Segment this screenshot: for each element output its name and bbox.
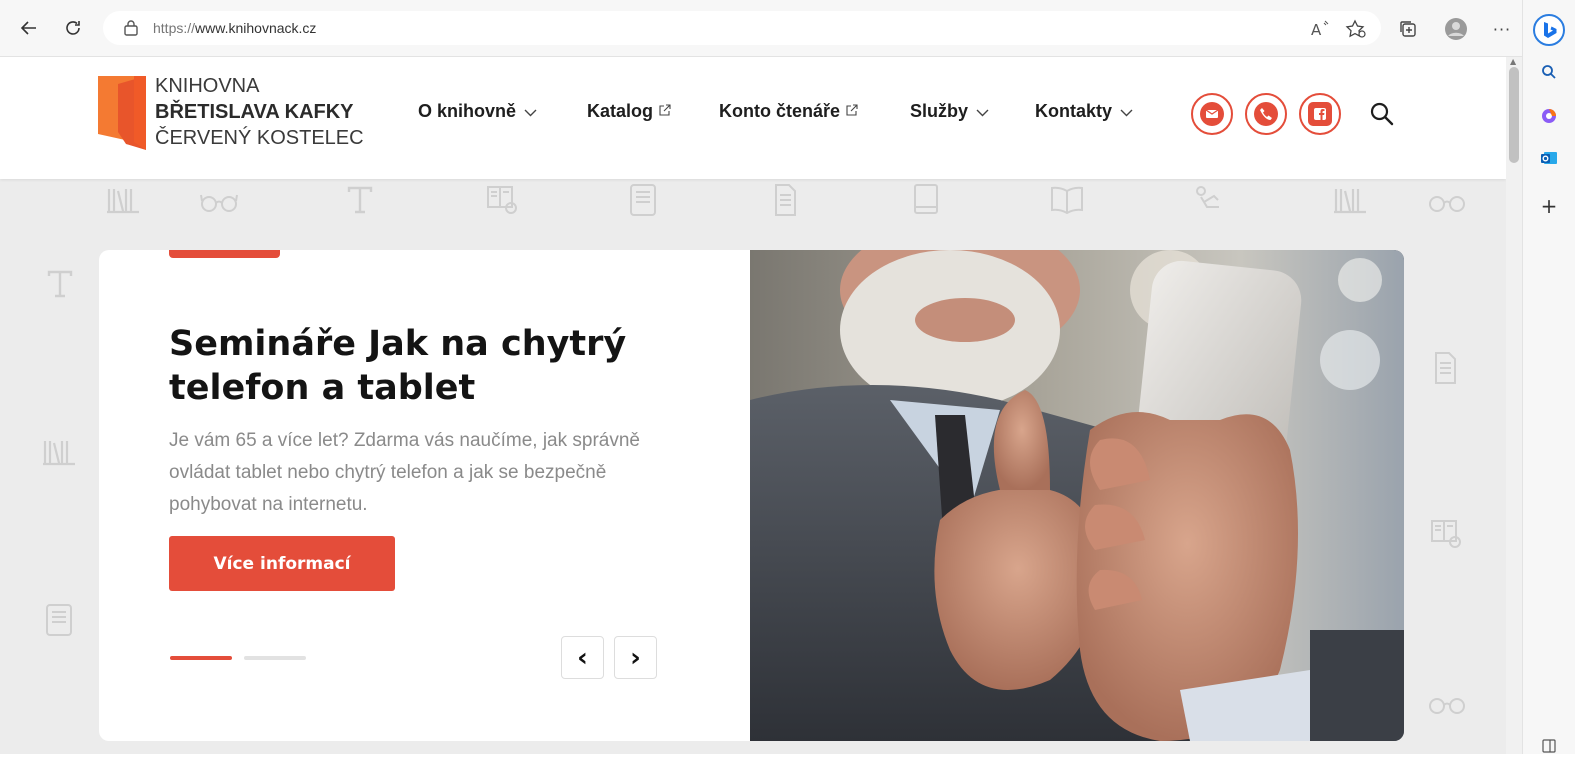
chevron-down-icon xyxy=(1120,104,1133,120)
sidebar-settings-icon[interactable] xyxy=(1537,734,1561,758)
nav-label: Služby xyxy=(910,101,969,121)
search-sidebar-icon[interactable] xyxy=(1537,60,1561,84)
reader-icon xyxy=(1431,520,1461,548)
add-sidebar-icon[interactable]: + xyxy=(1537,194,1561,218)
svg-text:A: A xyxy=(1311,21,1322,38)
glasses-icon xyxy=(1429,698,1465,714)
library-logo-text[interactable]: KNIHOVNA BŘETISLAVA KAFKY ČERVENÝ KOSTEL… xyxy=(155,73,364,151)
more-info-button[interactable]: Více informací xyxy=(169,536,395,591)
tablet-icon xyxy=(630,184,656,216)
hero-slider-card: Semináře Jak na chytrý telefon a tablet … xyxy=(99,250,1404,741)
url-protocol: https:// xyxy=(153,20,196,36)
document-icon xyxy=(775,184,796,216)
hero-description: Je vám 65 a více let? Zdarma vás naučíme… xyxy=(169,430,640,515)
site-info-icon[interactable] xyxy=(123,19,139,40)
nav-label: O knihovně xyxy=(418,101,517,121)
nav-item-konto-ctenare[interactable]: Konto čtenáře xyxy=(719,101,858,122)
more-options-icon[interactable]: ··· xyxy=(1488,14,1516,44)
open-book-icon xyxy=(1051,186,1083,215)
slider-next-button[interactable]: › xyxy=(614,636,657,679)
nav-label: Konto čtenáře xyxy=(719,101,841,121)
tablet-icon xyxy=(46,604,72,636)
library-logo-icon[interactable] xyxy=(98,76,146,150)
website-viewport: KNIHOVNA BŘETISLAVA KAFKY ČERVENÝ KOSTEL… xyxy=(0,57,1506,754)
address-bar[interactable]: https://www.knihovnack.cz xyxy=(103,11,1381,45)
edge-sidebar: + xyxy=(1522,0,1575,754)
phone-button[interactable] xyxy=(1245,93,1287,135)
profile-avatar-icon[interactable] xyxy=(1442,14,1470,44)
hero-title: Semináře Jak na chytrý telefon a tablet xyxy=(169,324,627,408)
external-link-icon xyxy=(846,104,858,119)
browser-toolbar: https://www.knihovnack.cz A ··· xyxy=(0,0,1522,57)
scrollbar-thumb[interactable] xyxy=(1509,67,1519,163)
nav-item-sluzby[interactable]: Služby xyxy=(910,101,989,122)
search-icon[interactable] xyxy=(1369,101,1395,127)
collections-icon[interactable] xyxy=(1394,14,1422,44)
book-icon xyxy=(914,184,938,214)
logo-line-1: KNIHOVNA xyxy=(155,75,260,97)
email-button[interactable] xyxy=(1191,93,1233,135)
logo-line-2: BŘETISLAVA KAFKY xyxy=(155,101,354,123)
phone-icon xyxy=(1254,102,1278,126)
document-icon xyxy=(1435,352,1456,384)
site-header: KNIHOVNA BŘETISLAVA KAFKY ČERVENÝ KOSTEL… xyxy=(0,57,1506,179)
nav-label: Kontakty xyxy=(1035,101,1113,121)
typography-icon xyxy=(47,270,73,298)
nav-item-kontakty[interactable]: Kontakty xyxy=(1035,101,1133,122)
external-link-icon xyxy=(659,104,671,119)
slider-dot-active[interactable] xyxy=(170,656,232,660)
email-icon xyxy=(1200,102,1224,126)
glasses-icon xyxy=(200,194,238,212)
logo-line-3: ČERVENÝ KOSTELEC xyxy=(155,127,364,149)
outlook-icon[interactable] xyxy=(1537,146,1561,170)
chevron-down-icon xyxy=(976,104,989,120)
chevron-right-icon: › xyxy=(630,642,641,673)
facebook-icon xyxy=(1308,102,1332,126)
hero-photo-senior-with-phone xyxy=(750,250,1404,741)
chevron-left-icon: ‹ xyxy=(577,642,588,673)
reading-person-icon xyxy=(1196,186,1219,208)
nav-item-katalog[interactable]: Katalog xyxy=(587,101,671,122)
chevron-down-icon xyxy=(524,104,537,120)
slider-dot[interactable] xyxy=(244,656,306,660)
read-aloud-icon[interactable]: A xyxy=(1306,14,1334,44)
slider-prev-button[interactable]: ‹ xyxy=(561,636,604,679)
refresh-icon[interactable] xyxy=(58,13,88,43)
typography-icon xyxy=(347,186,373,214)
nav-label: Katalog xyxy=(587,101,654,121)
nav-item-o-knihovne[interactable]: O knihovně xyxy=(418,101,537,122)
copilot-tools-icon[interactable] xyxy=(1537,104,1561,128)
bing-copilot-icon[interactable] xyxy=(1533,14,1565,46)
favorite-icon[interactable] xyxy=(1342,14,1370,44)
books-shelf-icon xyxy=(107,189,139,214)
glasses-icon xyxy=(1429,196,1465,212)
books-shelf-icon xyxy=(1334,189,1366,214)
page-scrollbar[interactable]: ▲ xyxy=(1506,57,1522,754)
reader-icon xyxy=(487,186,517,214)
facebook-button[interactable] xyxy=(1299,93,1341,135)
back-icon[interactable] xyxy=(14,13,44,43)
url-host: www.knihovnack.cz xyxy=(195,20,317,36)
books-shelf-icon xyxy=(43,441,75,466)
hero-category-tag xyxy=(169,250,280,258)
scroll-up-icon[interactable]: ▲ xyxy=(1510,57,1516,66)
